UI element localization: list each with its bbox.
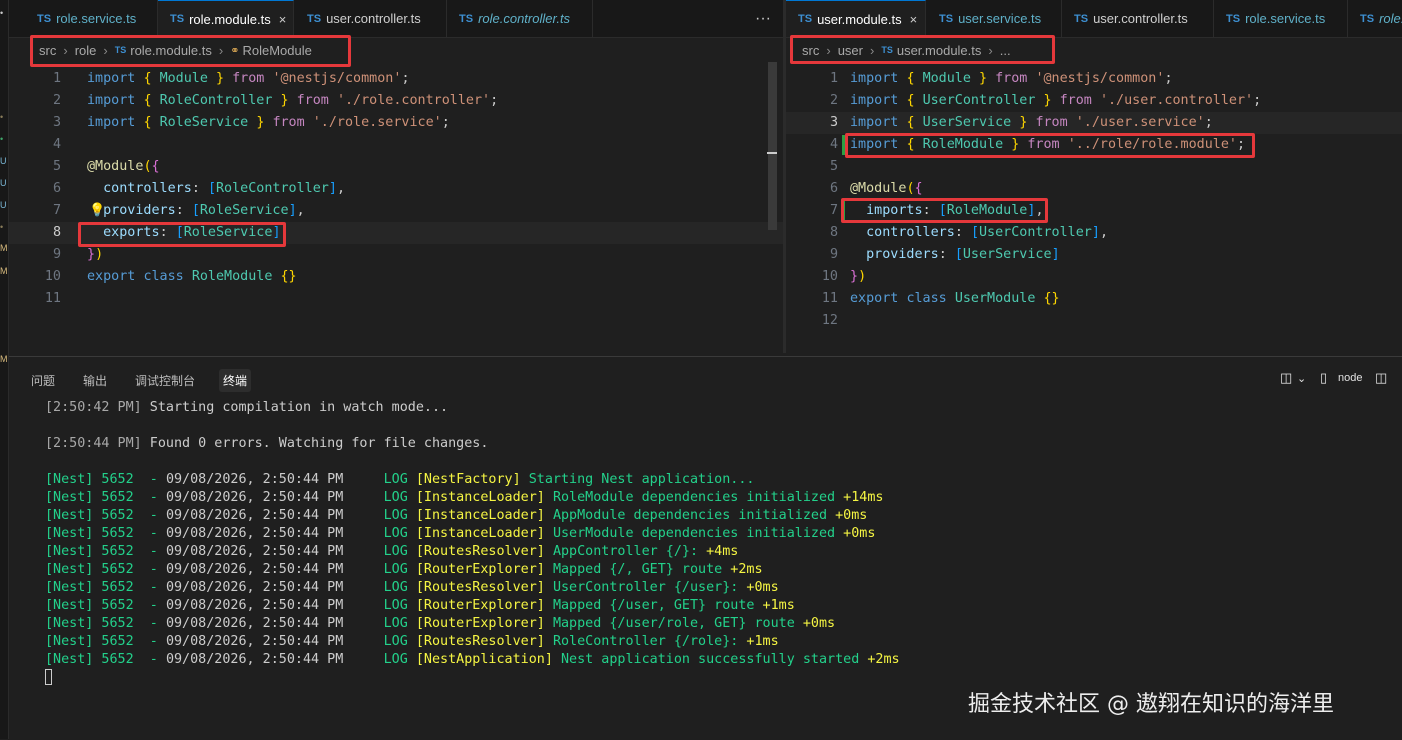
terminal-log-line: [Nest] 5652 - 09/08/2026, 2:50:44 PM LOG… (45, 490, 884, 505)
tab-role-controller[interactable]: TS role.controller.ts (447, 0, 593, 37)
code-line: 12 (821, 313, 838, 328)
activity-bar: • • • U U U • M M M (0, 0, 9, 739)
scm-status-marker: U (0, 178, 7, 188)
scm-status-marker: M (0, 266, 8, 276)
tab-terminal[interactable]: 终端 (219, 368, 252, 392)
tab-user-controller[interactable]: TS user.controller.ts (1062, 0, 1214, 37)
code-line: 6 controllers: [RoleController], (52, 181, 345, 196)
code-line: 10}) (821, 269, 867, 284)
scm-status-marker: • (0, 112, 4, 122)
lightbulb-icon[interactable]: 💡 (89, 200, 105, 222)
panel-tabs: 问题 输出 调试控制台 终端 (27, 365, 271, 395)
close-icon[interactable]: × (910, 12, 918, 27)
code-line: 8 controllers: [UserController], (829, 225, 1108, 240)
ts-file-icon: TS (1074, 12, 1089, 25)
ts-file-icon: TS (939, 12, 954, 25)
watermark: 掘金技术社区 @ 遨翔在知识的海洋里 (968, 692, 1334, 717)
code-line: 10 export class RoleModule {} (44, 269, 297, 284)
code-line: 5 @Module({ (52, 159, 160, 174)
ts-file-icon: TS (37, 12, 52, 25)
terminal-shell-label[interactable]: node (1338, 372, 1362, 384)
terminal-output[interactable]: [2:50:42 PM] Starting compilation in wat… (45, 399, 900, 687)
tab-user-service[interactable]: TS user.service.ts (927, 0, 1062, 37)
tab-role-service[interactable]: TS role.service.ts (1214, 0, 1348, 37)
tab-debug-console[interactable]: 调试控制台 (131, 369, 199, 392)
scm-status-marker: • (0, 222, 4, 232)
tab-role-service[interactable]: TS role.service.ts (25, 0, 158, 37)
bottom-panel: 问题 输出 调试控制台 终端 ◫ ⌄ ▯ node ◫ [2:50:42 PM]… (9, 356, 1402, 740)
close-icon[interactable]: × (279, 12, 287, 27)
highlight-box (30, 35, 351, 67)
right-editor-group: TS user.module.ts × TS user.service.ts TS us… (786, 0, 1402, 353)
right-tab-bar: TS user.module.ts × TS user.service.ts TS us… (786, 0, 1402, 38)
code-line: 7 providers: [RoleService], 💡 (9, 200, 783, 222)
tab-problems[interactable]: 问题 (27, 369, 59, 392)
terminal-line: [2:50:42 PM] Starting compilation in wat… (45, 400, 449, 415)
scm-status-marker: U (0, 156, 7, 166)
terminal-line: [2:50:44 PM] Found 0 errors. Watching fo… (45, 436, 489, 451)
ts-file-icon: TS (170, 13, 185, 25)
terminal-log-line: [Nest] 5652 - 09/08/2026, 2:50:44 PM LOG… (45, 580, 779, 595)
terminal-icon: ▯ (1320, 370, 1328, 385)
tab-output[interactable]: 输出 (79, 369, 111, 392)
scm-status-marker: U (0, 200, 7, 210)
scm-status-marker: • (0, 8, 4, 18)
highlight-box (78, 222, 286, 247)
terminal-log-line: [Nest] 5652 - 09/08/2026, 2:50:44 PM LOG… (45, 544, 739, 559)
more-actions-icon[interactable]: ··· (755, 10, 771, 28)
ts-file-icon: TS (459, 12, 474, 25)
scm-status-marker: • (0, 134, 4, 144)
code-line: 5 (829, 159, 838, 174)
scm-status-marker: M (0, 354, 8, 364)
tab-user-module[interactable]: TS user.module.ts × (786, 0, 926, 37)
layout-icon[interactable]: ◫ (1375, 370, 1387, 386)
chevron-down-icon[interactable]: ⌄ (1297, 372, 1306, 385)
terminal-log-line: [Nest] 5652 - 09/08/2026, 2:50:44 PM LOG… (45, 598, 795, 613)
code-line: 11 (44, 291, 61, 306)
highlight-box (845, 133, 1255, 158)
code-line: 1 import { Module } from '@nestjs/common'… (829, 71, 1173, 86)
scrollbar-cursor-marker (767, 152, 777, 154)
terminal-cursor (45, 669, 52, 685)
ts-file-icon: TS (1226, 12, 1241, 25)
code-line: 9 providers: [UserService] (829, 247, 1060, 262)
tab-user-controller[interactable]: TS user.controller.ts (295, 0, 447, 37)
code-line: 2 import { RoleController } from './role.… (52, 93, 499, 108)
highlight-box (841, 198, 1048, 223)
left-tab-bar: TS role.service.ts TS role.module.ts × TS us… (9, 0, 783, 38)
scm-status-marker: M (0, 243, 8, 253)
terminal-log-line: [Nest] 5652 - 09/08/2026, 2:50:44 PM LOG… (45, 634, 779, 649)
ts-file-icon: TS (1360, 12, 1375, 25)
terminal-log-line: [Nest] 5652 - 09/08/2026, 2:50:44 PM LOG… (45, 562, 763, 577)
code-line: 1 import { Module } from '@nestjs/common'… (52, 71, 410, 86)
tab-role-module[interactable]: TS role.module.ts × (158, 0, 294, 37)
terminal-log-line: [Nest] 5652 - 09/08/2026, 2:50:44 PM LOG… (45, 616, 836, 631)
terminal-log-line: [Nest] 5652 - 09/08/2026, 2:50:44 PM LOG… (45, 472, 755, 487)
ts-file-icon: TS (307, 12, 322, 25)
tab-role-controller[interactable]: TS role. (1348, 0, 1402, 37)
code-line: 2 import { UserController } from './user.… (829, 93, 1262, 108)
terminal-log-line: [Nest] 5652 - 09/08/2026, 2:50:44 PM LOG… (45, 508, 868, 523)
code-line-current: 3 import { UserService } from './user.ser… (786, 112, 1402, 134)
left-editor-group: TS role.service.ts TS role.module.ts × TS us… (9, 0, 783, 353)
split-terminal-icon[interactable]: ◫ (1280, 370, 1292, 386)
code-line: 3 import { RoleService } from './role.ser… (52, 115, 450, 130)
terminal-log-line: [Nest] 5652 - 09/08/2026, 2:50:44 PM LOG… (45, 526, 876, 541)
code-line: 9}) (52, 247, 104, 262)
highlight-box (790, 35, 1055, 64)
vertical-scrollbar[interactable] (768, 62, 777, 230)
terminal-cursor-line (45, 669, 900, 687)
code-line: 11 export class UserModule {} (821, 291, 1060, 306)
terminal-log-line: [Nest] 5652 - 09/08/2026, 2:50:44 PM LOG… (45, 652, 900, 667)
code-line: 4 (52, 137, 61, 152)
ts-file-icon: TS (798, 13, 813, 25)
code-line: 6 @Module({ (829, 181, 923, 196)
